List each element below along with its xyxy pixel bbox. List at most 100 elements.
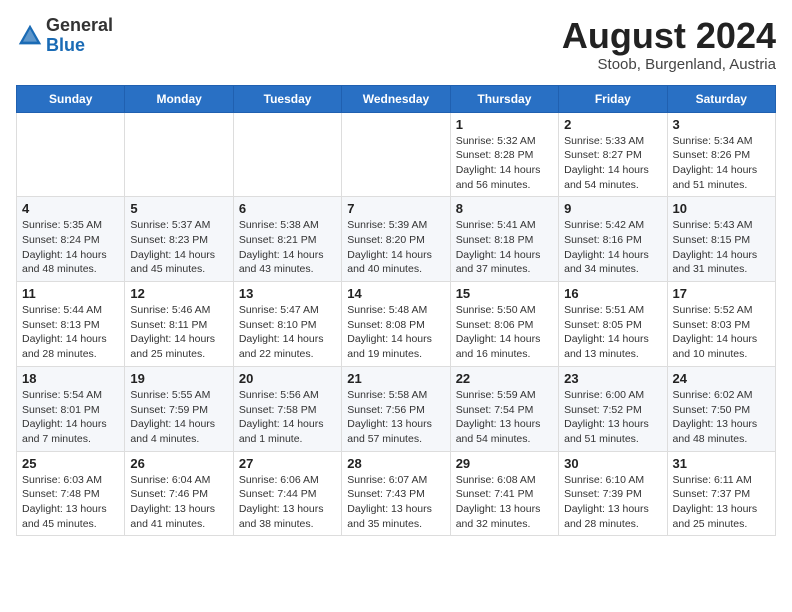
calendar-cell: 24 Sunrise: 6:02 AM Sunset: 7:50 PM Dayli… xyxy=(667,366,775,451)
day-info: Sunrise: 6:00 AM Sunset: 7:52 PM Dayligh… xyxy=(564,388,661,447)
day-number: 27 xyxy=(239,456,336,471)
day-info: Sunrise: 5:41 AM Sunset: 8:18 PM Dayligh… xyxy=(456,218,553,277)
day-info: Sunrise: 5:47 AM Sunset: 8:10 PM Dayligh… xyxy=(239,303,336,362)
calendar-cell: 18 Sunrise: 5:54 AM Sunset: 8:01 PM Dayli… xyxy=(17,366,125,451)
calendar-cell: 14Sunrise: 5:48 AM Sunset: 8:08 PM Dayli… xyxy=(342,282,450,367)
day-info: Sunrise: 5:51 AM Sunset: 8:05 PM Dayligh… xyxy=(564,303,661,362)
calendar-cell: 22 Sunrise: 5:59 AM Sunset: 7:54 PM Dayli… xyxy=(450,366,558,451)
day-number: 2 xyxy=(564,117,661,132)
day-number: 28 xyxy=(347,456,444,471)
calendar-cell: 21Sunrise: 5:58 AM Sunset: 7:56 PM Dayli… xyxy=(342,366,450,451)
location: Stoob, Burgenland, Austria xyxy=(562,56,776,73)
day-info: Sunrise: 6:11 AM Sunset: 7:37 PM Dayligh… xyxy=(673,473,770,532)
calendar-cell: 11 Sunrise: 5:44 AM Sunset: 8:13 PM Dayli… xyxy=(17,282,125,367)
day-number: 6 xyxy=(239,201,336,216)
day-info: Sunrise: 6:08 AM Sunset: 7:41 PM Dayligh… xyxy=(456,473,553,532)
calendar-cell: 29 Sunrise: 6:08 AM Sunset: 7:41 PM Dayli… xyxy=(450,451,558,536)
calendar-cell: 3Sunrise: 5:34 AM Sunset: 8:26 PM Daylig… xyxy=(667,112,775,197)
calendar-cell: 4 Sunrise: 5:35 AM Sunset: 8:24 PM Daylig… xyxy=(17,197,125,282)
day-info: Sunrise: 5:54 AM Sunset: 8:01 PM Dayligh… xyxy=(22,388,119,447)
calendar-cell: 26 Sunrise: 6:04 AM Sunset: 7:46 PM Dayli… xyxy=(125,451,233,536)
day-number: 15 xyxy=(456,286,553,301)
day-number: 13 xyxy=(239,286,336,301)
calendar-week-4: 18 Sunrise: 5:54 AM Sunset: 8:01 PM Dayli… xyxy=(17,366,776,451)
calendar-cell: 25 Sunrise: 6:03 AM Sunset: 7:48 PM Dayli… xyxy=(17,451,125,536)
calendar-cell: 17 Sunrise: 5:52 AM Sunset: 8:03 PM Dayli… xyxy=(667,282,775,367)
day-info: Sunrise: 5:50 AM Sunset: 8:06 PM Dayligh… xyxy=(456,303,553,362)
day-number: 31 xyxy=(673,456,770,471)
day-info: Sunrise: 5:43 AM Sunset: 8:15 PM Dayligh… xyxy=(673,218,770,277)
weekday-row: SundayMondayTuesdayWednesdayThursdayFrid… xyxy=(17,85,776,112)
month-year: August 2024 xyxy=(562,16,776,56)
calendar-cell xyxy=(17,112,125,197)
day-number: 16 xyxy=(564,286,661,301)
calendar-week-2: 4 Sunrise: 5:35 AM Sunset: 8:24 PM Daylig… xyxy=(17,197,776,282)
day-info: Sunrise: 5:37 AM Sunset: 8:23 PM Dayligh… xyxy=(130,218,227,277)
calendar-cell: 16 Sunrise: 5:51 AM Sunset: 8:05 PM Dayli… xyxy=(559,282,667,367)
day-info: Sunrise: 6:06 AM Sunset: 7:44 PM Dayligh… xyxy=(239,473,336,532)
calendar-cell: 6Sunrise: 5:38 AM Sunset: 8:21 PM Daylig… xyxy=(233,197,341,282)
day-number: 25 xyxy=(22,456,119,471)
calendar-cell: 19Sunrise: 5:55 AM Sunset: 7:59 PM Dayli… xyxy=(125,366,233,451)
day-info: Sunrise: 6:07 AM Sunset: 7:43 PM Dayligh… xyxy=(347,473,444,532)
day-info: Sunrise: 5:52 AM Sunset: 8:03 PM Dayligh… xyxy=(673,303,770,362)
day-number: 11 xyxy=(22,286,119,301)
day-number: 26 xyxy=(130,456,227,471)
weekday-header-sunday: Sunday xyxy=(17,85,125,112)
day-info: Sunrise: 5:58 AM Sunset: 7:56 PM Dayligh… xyxy=(347,388,444,447)
day-number: 22 xyxy=(456,371,553,386)
day-info: Sunrise: 6:02 AM Sunset: 7:50 PM Dayligh… xyxy=(673,388,770,447)
day-info: Sunrise: 5:42 AM Sunset: 8:16 PM Dayligh… xyxy=(564,218,661,277)
calendar-cell: 27 Sunrise: 6:06 AM Sunset: 7:44 PM Dayli… xyxy=(233,451,341,536)
day-info: Sunrise: 6:10 AM Sunset: 7:39 PM Dayligh… xyxy=(564,473,661,532)
calendar-body: 1 Sunrise: 5:32 AM Sunset: 8:28 PM Daylig… xyxy=(17,112,776,536)
day-number: 19 xyxy=(130,371,227,386)
calendar-cell xyxy=(342,112,450,197)
day-number: 1 xyxy=(456,117,553,132)
day-info: Sunrise: 5:46 AM Sunset: 8:11 PM Dayligh… xyxy=(130,303,227,362)
logo-icon xyxy=(16,22,44,50)
day-number: 10 xyxy=(673,201,770,216)
logo-general: General xyxy=(46,15,113,35)
calendar-cell: 8 Sunrise: 5:41 AM Sunset: 8:18 PM Daylig… xyxy=(450,197,558,282)
day-info: Sunrise: 5:39 AM Sunset: 8:20 PM Dayligh… xyxy=(347,218,444,277)
calendar-cell: 23 Sunrise: 6:00 AM Sunset: 7:52 PM Dayli… xyxy=(559,366,667,451)
calendar-cell: 9Sunrise: 5:42 AM Sunset: 8:16 PM Daylig… xyxy=(559,197,667,282)
calendar-table: SundayMondayTuesdayWednesdayThursdayFrid… xyxy=(16,85,776,537)
logo-blue: Blue xyxy=(46,35,85,55)
weekday-header-saturday: Saturday xyxy=(667,85,775,112)
day-info: Sunrise: 6:03 AM Sunset: 7:48 PM Dayligh… xyxy=(22,473,119,532)
calendar-cell xyxy=(233,112,341,197)
day-info: Sunrise: 6:04 AM Sunset: 7:46 PM Dayligh… xyxy=(130,473,227,532)
day-number: 20 xyxy=(239,371,336,386)
calendar-cell: 12 Sunrise: 5:46 AM Sunset: 8:11 PM Dayli… xyxy=(125,282,233,367)
day-number: 23 xyxy=(564,371,661,386)
day-number: 17 xyxy=(673,286,770,301)
calendar-cell: 5 Sunrise: 5:37 AM Sunset: 8:23 PM Daylig… xyxy=(125,197,233,282)
day-number: 30 xyxy=(564,456,661,471)
day-number: 18 xyxy=(22,371,119,386)
day-number: 4 xyxy=(22,201,119,216)
logo: General Blue xyxy=(16,16,113,56)
day-number: 5 xyxy=(130,201,227,216)
calendar-cell: 31 Sunrise: 6:11 AM Sunset: 7:37 PM Dayli… xyxy=(667,451,775,536)
day-number: 29 xyxy=(456,456,553,471)
day-number: 24 xyxy=(673,371,770,386)
calendar-week-5: 25 Sunrise: 6:03 AM Sunset: 7:48 PM Dayli… xyxy=(17,451,776,536)
day-number: 14 xyxy=(347,286,444,301)
weekday-header-thursday: Thursday xyxy=(450,85,558,112)
day-number: 12 xyxy=(130,286,227,301)
title-block: August 2024 Stoob, Burgenland, Austria xyxy=(562,16,776,73)
day-number: 8 xyxy=(456,201,553,216)
calendar-cell: 30 Sunrise: 6:10 AM Sunset: 7:39 PM Dayli… xyxy=(559,451,667,536)
calendar-cell: 20Sunrise: 5:56 AM Sunset: 7:58 PM Dayli… xyxy=(233,366,341,451)
day-info: Sunrise: 5:44 AM Sunset: 8:13 PM Dayligh… xyxy=(22,303,119,362)
calendar-cell: 1 Sunrise: 5:32 AM Sunset: 8:28 PM Daylig… xyxy=(450,112,558,197)
weekday-header-friday: Friday xyxy=(559,85,667,112)
calendar-cell: 28 Sunrise: 6:07 AM Sunset: 7:43 PM Dayli… xyxy=(342,451,450,536)
day-info: Sunrise: 5:35 AM Sunset: 8:24 PM Dayligh… xyxy=(22,218,119,277)
calendar-week-3: 11 Sunrise: 5:44 AM Sunset: 8:13 PM Dayli… xyxy=(17,282,776,367)
day-info: Sunrise: 5:59 AM Sunset: 7:54 PM Dayligh… xyxy=(456,388,553,447)
day-info: Sunrise: 5:32 AM Sunset: 8:28 PM Dayligh… xyxy=(456,134,553,193)
calendar-week-1: 1 Sunrise: 5:32 AM Sunset: 8:28 PM Daylig… xyxy=(17,112,776,197)
